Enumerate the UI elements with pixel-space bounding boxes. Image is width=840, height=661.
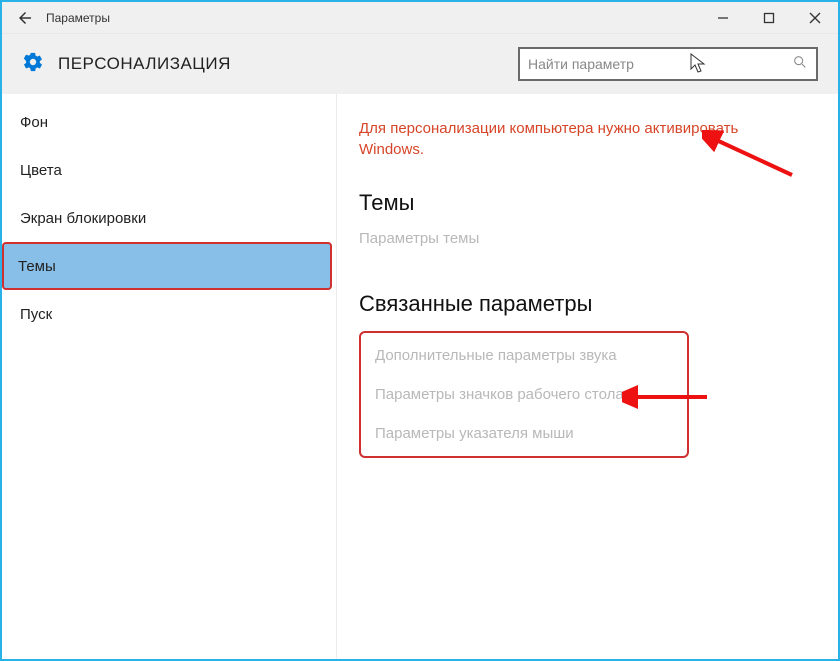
sidebar-item-label: Цвета bbox=[20, 162, 62, 179]
page-title: ПЕРСОНАЛИЗАЦИЯ bbox=[58, 54, 231, 74]
back-arrow-icon bbox=[16, 9, 34, 27]
close-button[interactable] bbox=[792, 3, 838, 33]
search-input[interactable] bbox=[528, 56, 792, 72]
related-heading: Связанные параметры bbox=[359, 291, 816, 317]
window-title: Параметры bbox=[46, 11, 110, 25]
sidebar-item-label: Фон bbox=[20, 114, 48, 131]
minimize-button[interactable] bbox=[700, 3, 746, 33]
search-box[interactable] bbox=[518, 47, 818, 81]
main-content: Для персонализации компьютера нужно акти… bbox=[337, 94, 838, 659]
minimize-icon bbox=[717, 12, 729, 24]
sidebar-item-themes[interactable]: Темы bbox=[2, 242, 332, 290]
settings-window: Параметры ПЕРСОНАЛИЗАЦИЯ bbox=[0, 0, 840, 661]
gear-icon bbox=[22, 51, 44, 78]
activation-warning: Для персонализации компьютера нужно акти… bbox=[359, 118, 779, 160]
settings-header: ПЕРСОНАЛИЗАЦИЯ bbox=[2, 34, 838, 94]
window-controls bbox=[700, 3, 838, 33]
sidebar-item-start[interactable]: Пуск bbox=[2, 290, 336, 338]
close-icon bbox=[809, 12, 821, 24]
sidebar-item-lockscreen[interactable]: Экран блокировки bbox=[2, 194, 336, 242]
maximize-button[interactable] bbox=[746, 3, 792, 33]
sidebar-item-label: Экран блокировки bbox=[20, 210, 146, 227]
search-icon bbox=[792, 54, 808, 75]
sidebar-item-background[interactable]: Фон bbox=[2, 98, 336, 146]
related-link-sound: Дополнительные параметры звука bbox=[375, 347, 673, 364]
sidebar-item-label: Темы bbox=[18, 258, 56, 275]
related-link-desktop-icons: Параметры значков рабочего стола bbox=[375, 386, 673, 403]
back-button[interactable] bbox=[10, 3, 40, 33]
related-links-box: Дополнительные параметры звука Параметры… bbox=[359, 331, 689, 458]
themes-heading: Темы bbox=[359, 190, 816, 216]
sidebar-item-label: Пуск bbox=[20, 306, 52, 323]
content-body: Фон Цвета Экран блокировки Темы Пуск Для… bbox=[2, 94, 838, 659]
theme-settings-link: Параметры темы bbox=[359, 230, 816, 247]
maximize-icon bbox=[763, 12, 775, 24]
related-link-mouse-pointer: Параметры указателя мыши bbox=[375, 425, 673, 442]
titlebar: Параметры bbox=[2, 2, 838, 34]
sidebar: Фон Цвета Экран блокировки Темы Пуск bbox=[2, 94, 337, 659]
sidebar-item-colors[interactable]: Цвета bbox=[2, 146, 336, 194]
